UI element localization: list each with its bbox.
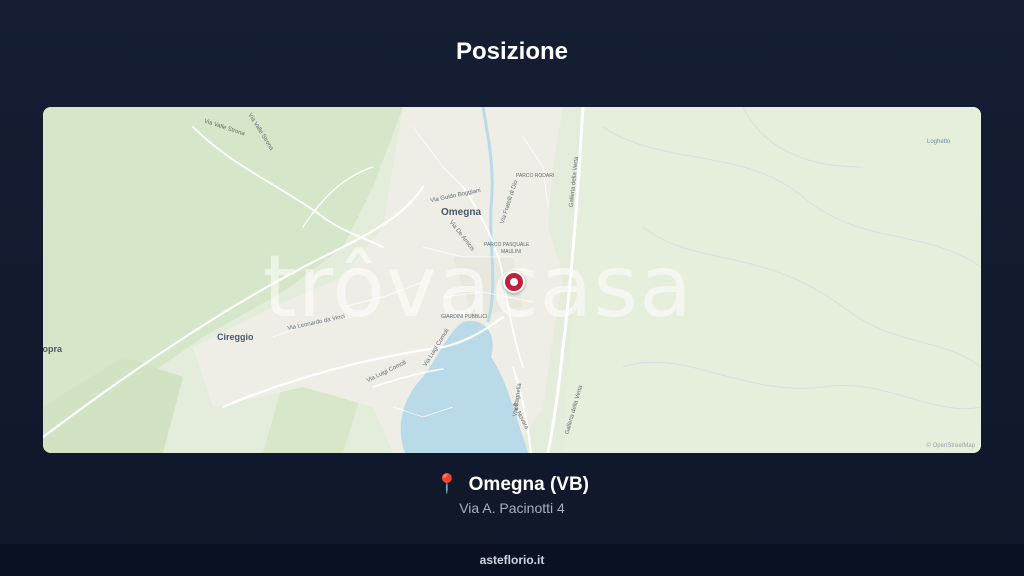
park-label: PARCO RODARI <box>516 173 555 179</box>
location-title: 📍 Omegna (VB) <box>0 472 1024 496</box>
map-attribution: © OpenStreetMap <box>926 443 975 449</box>
location-name: Omegna (VB) <box>468 474 590 495</box>
park-label: MAULINI <box>501 249 522 255</box>
park-label: PARCO PASQUALE <box>484 242 530 248</box>
map[interactable]: trôvacasa Via Valle Strona Via Valle Str… <box>43 107 981 453</box>
place-label: Loghetto <box>927 139 951 145</box>
town-label-ropra: ropra <box>43 344 63 354</box>
park-label: GIARDINI PUBBLICI <box>441 314 488 320</box>
map-pin-icon: 📍 <box>434 474 459 495</box>
town-label-cireggio: Cireggio <box>217 332 254 342</box>
town-label-omegna: Omegna <box>441 207 482 218</box>
page-title: Posizione <box>455 38 569 65</box>
footer: asteflorio.it <box>0 544 1024 576</box>
footer-brand[interactable]: asteflorio.it <box>480 553 545 567</box>
location-address: Via A. Pacinotti 4 <box>459 500 565 516</box>
location-marker[interactable] <box>503 271 525 293</box>
